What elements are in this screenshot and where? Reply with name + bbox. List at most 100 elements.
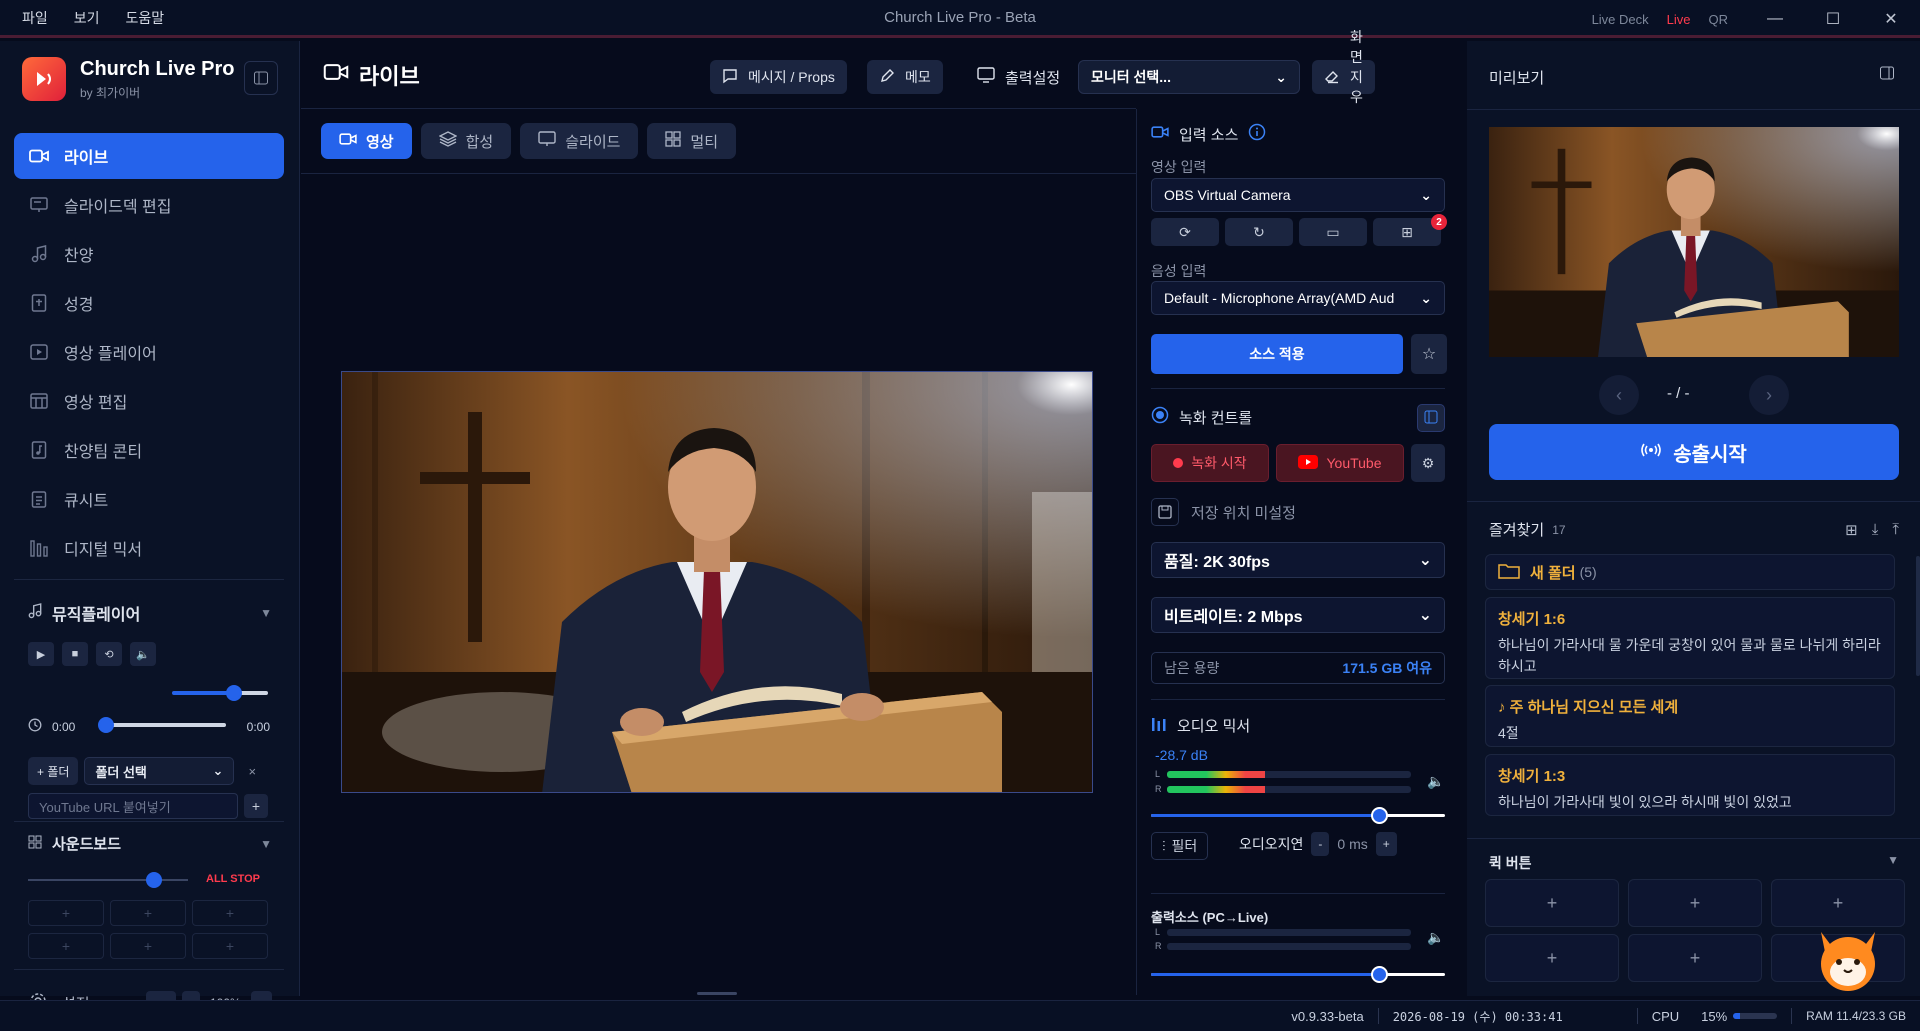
upload-icon[interactable]: ⤒ xyxy=(1892,521,1899,539)
message-props-button[interactable]: 메시지 / Props xyxy=(710,60,847,94)
chevron-down-icon[interactable]: ▼ xyxy=(260,837,272,851)
speaker-icon[interactable]: 🔈 xyxy=(1427,929,1444,946)
delay-decrease-button[interactable]: - xyxy=(1311,832,1330,856)
monitor-select[interactable]: 모니터 선택... ⌄ xyxy=(1078,60,1300,94)
sidebar-item-slidedeck[interactable]: 슬라이드덱 편집 xyxy=(14,182,284,228)
favorites-scrollbar[interactable] xyxy=(1916,556,1920,676)
remove-folder-button[interactable]: × xyxy=(248,764,256,779)
quality-select[interactable]: 품질: 2K 30fps ⌄ xyxy=(1151,542,1445,578)
sidebar-item-digital-mixer[interactable]: 디지털 믹서 xyxy=(14,525,284,571)
filter-button[interactable]: ⫶ 필터 xyxy=(1151,832,1209,860)
fader-knob[interactable] xyxy=(1371,966,1388,983)
quick-button[interactable]: + xyxy=(1485,879,1619,927)
live-deck-link[interactable]: Live Deck xyxy=(1592,12,1649,27)
favorite-item[interactable]: 창세기 1:3 하나님이 가라사대 빛이 있으라 하시매 빛이 있었고 xyxy=(1485,754,1895,816)
sidebar-item-worship[interactable]: 찬양 xyxy=(14,231,284,277)
video-input-select[interactable]: OBS Virtual Camera ⌄ xyxy=(1151,178,1445,212)
quick-buttons-header[interactable]: 퀵 버튼 ▼ xyxy=(1489,853,1899,873)
favorite-item[interactable]: ♪ 주 하나님 지으신 모든 세계 4절 xyxy=(1485,685,1895,747)
quick-button[interactable]: + xyxy=(1485,934,1619,982)
output-settings[interactable]: 출력설정 xyxy=(977,60,1060,94)
clear-screen-button[interactable]: 화면 지우기 xyxy=(1312,29,1375,125)
soundboard-pad[interactable]: + xyxy=(28,900,104,926)
soundboard-volume-slider[interactable] xyxy=(28,872,188,888)
add-folder-button[interactable]: + 폴더 xyxy=(28,757,79,785)
tab-video[interactable]: 영상 xyxy=(321,123,412,159)
tab-composite[interactable]: 합성 xyxy=(420,123,512,159)
start-broadcast-button[interactable]: 송출시작 xyxy=(1489,424,1899,480)
preview-next-button[interactable]: › xyxy=(1749,375,1789,415)
download-icon[interactable]: ⤓ xyxy=(1872,521,1879,539)
soundboard-pad[interactable]: + xyxy=(192,933,268,959)
soundboard-pad[interactable]: + xyxy=(28,933,104,959)
seek-slider-knob[interactable] xyxy=(98,717,114,733)
new-folder-icon[interactable]: ⊞ xyxy=(1845,521,1858,539)
soundboard-header[interactable]: 사운드보드 ▼ xyxy=(28,833,272,854)
close-button[interactable]: ✕ xyxy=(1862,0,1920,38)
chevron-down-icon[interactable]: ▼ xyxy=(260,606,272,620)
favorite-item[interactable]: 창세기 1:6 하나님이 가라사대 물 가운데 궁창이 있어 물과 물로 나뉘게… xyxy=(1485,597,1895,679)
folder-select[interactable]: 폴더 선택 ⌄ xyxy=(84,757,235,785)
start-recording-button[interactable]: 녹화 시작 xyxy=(1151,444,1269,482)
play-button[interactable]: ▶ xyxy=(28,642,54,666)
tab-slide[interactable]: 슬라이드 xyxy=(520,123,639,159)
tab-multi[interactable]: 멀티 xyxy=(647,123,737,159)
info-icon[interactable] xyxy=(1248,123,1266,145)
live-link[interactable]: Live xyxy=(1667,12,1691,27)
refresh-devices-button[interactable]: ⟳ xyxy=(1151,218,1219,246)
music-volume-slider[interactable] xyxy=(172,685,268,701)
bitrate-select[interactable]: 비트레이트: 2 Mbps ⌄ xyxy=(1151,597,1445,633)
fader-knob[interactable] xyxy=(1371,807,1388,824)
rotate-button[interactable]: ↻ xyxy=(1225,218,1293,246)
youtube-url-input[interactable]: YouTube URL 붙여넣기 xyxy=(28,793,238,819)
output-source-fader[interactable] xyxy=(1151,966,1445,983)
volume-button[interactable]: 🔈 xyxy=(130,642,156,666)
add-youtube-button[interactable]: + xyxy=(244,794,268,818)
favorite-source-button[interactable]: ☆ xyxy=(1411,334,1447,374)
panel-layout-button[interactable] xyxy=(1417,404,1445,432)
sidebar-item-worship-team[interactable]: 찬양팀 콘티 xyxy=(14,427,284,473)
repeat-button[interactable]: ⟲ xyxy=(96,642,122,666)
titlebar-right: Live Deck Live QR — ☐ ✕ xyxy=(1592,0,1920,38)
screen-capture-button[interactable]: ▭ xyxy=(1299,218,1367,246)
music-player-header[interactable]: 뮤직플레이어 ▼ xyxy=(28,601,272,625)
chevron-down-icon[interactable]: ▼ xyxy=(1887,853,1899,873)
sidebar-item-video-player[interactable]: 영상 플레이어 xyxy=(14,329,284,375)
resize-handle[interactable] xyxy=(697,992,737,995)
delay-increase-button[interactable]: + xyxy=(1375,832,1397,856)
volume-slider-knob[interactable] xyxy=(226,685,242,701)
menu-file[interactable]: 파일 xyxy=(22,8,48,28)
soundboard-pad[interactable]: + xyxy=(192,900,268,926)
soundboard-slider-knob[interactable] xyxy=(146,872,162,888)
stop-button[interactable]: ■ xyxy=(62,642,88,666)
soundboard-pad[interactable]: + xyxy=(110,933,186,959)
all-stop-button[interactable]: ALL STOP xyxy=(206,873,260,885)
cat-mascot-icon[interactable] xyxy=(1815,920,1881,992)
memo-button[interactable]: 메모 xyxy=(867,60,943,94)
qr-link[interactable]: QR xyxy=(1709,12,1729,27)
speaker-icon[interactable]: 🔈 xyxy=(1427,773,1444,790)
music-seek-slider[interactable] xyxy=(98,717,226,733)
preview-prev-button[interactable]: ‹ xyxy=(1599,375,1639,415)
youtube-stream-button[interactable]: YouTube xyxy=(1276,444,1404,482)
audio-input-select[interactable]: Default - Microphone Array(AMD Aud ⌄ xyxy=(1151,281,1445,315)
menu-view[interactable]: 보기 xyxy=(74,8,100,28)
favorites-folder[interactable]: 새 폴더 (5) xyxy=(1485,554,1895,590)
apply-source-button[interactable]: 소스 적용 xyxy=(1151,334,1403,374)
sidebar-item-live[interactable]: 라이브 xyxy=(14,133,284,179)
sidebar-layout-icon[interactable] xyxy=(1879,65,1895,84)
sidebar-item-cuesheet[interactable]: 큐시트 xyxy=(14,476,284,522)
quick-button[interactable]: + xyxy=(1628,934,1762,982)
maximize-button[interactable]: ☐ xyxy=(1804,0,1862,38)
audio-mixer-fader[interactable] xyxy=(1151,807,1445,824)
record-settings-button[interactable]: ⚙ xyxy=(1411,444,1445,482)
minimize-button[interactable]: — xyxy=(1746,0,1804,38)
youtube-label: YouTube xyxy=(1326,455,1382,471)
sidebar-item-bible[interactable]: 성경 xyxy=(14,280,284,326)
menu-help[interactable]: 도움말 xyxy=(126,8,165,28)
sidebar-toggle-icon[interactable] xyxy=(244,61,278,95)
sidebar-item-video-edit[interactable]: 영상 편집 xyxy=(14,378,284,424)
save-location[interactable]: 저장 위치 미설정 xyxy=(1151,498,1296,526)
quick-button[interactable]: + xyxy=(1628,879,1762,927)
soundboard-pad[interactable]: + xyxy=(110,900,186,926)
